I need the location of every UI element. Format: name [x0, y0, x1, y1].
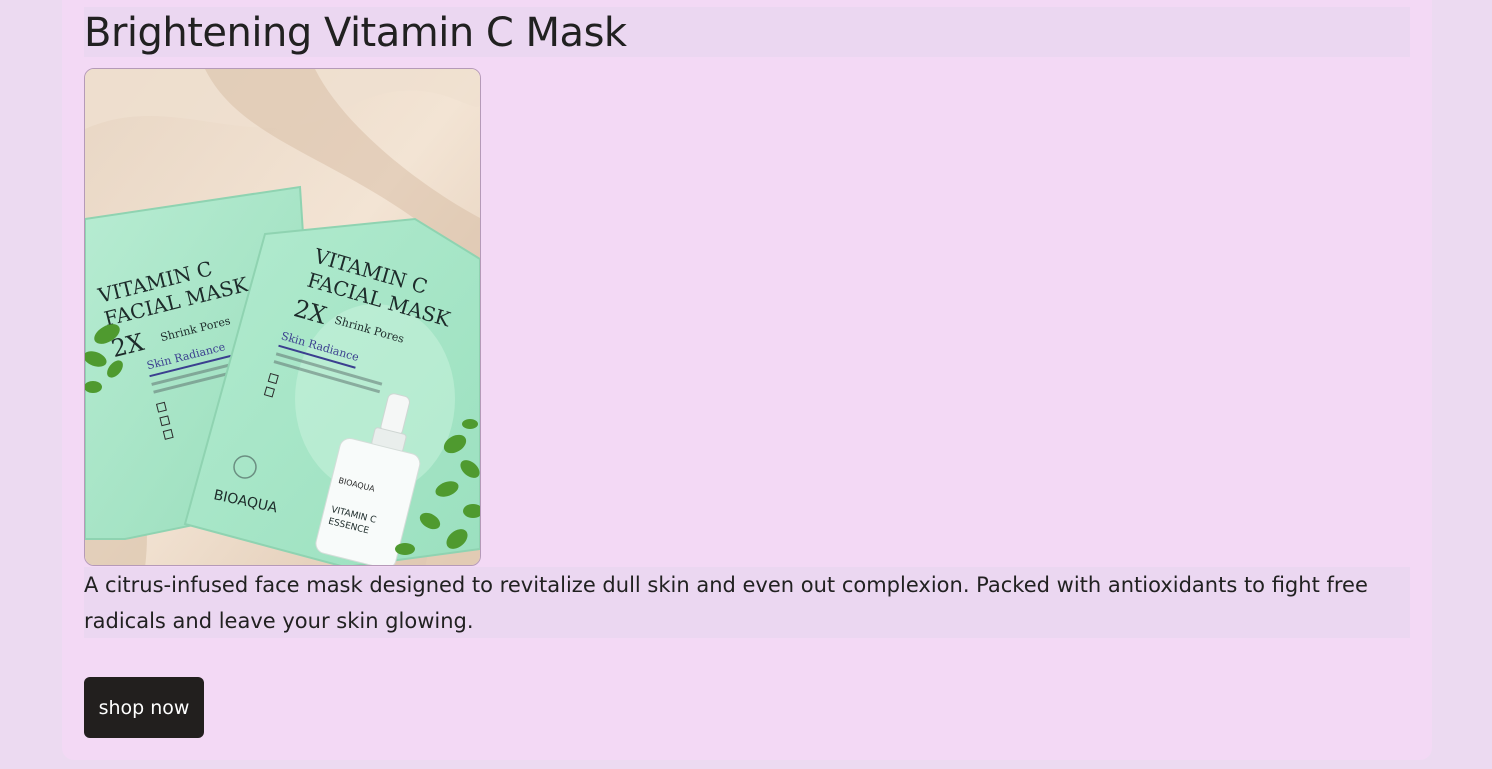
shop-now-button[interactable]: shop now — [84, 677, 204, 738]
product-description: A citrus-infused face mask designed to r… — [84, 573, 1368, 633]
product-title: Brightening Vitamin C Mask — [84, 10, 627, 56]
product-photo: VITAMIN C FACIAL MASK 2X Shrink Pores Sk… — [85, 69, 480, 565]
product-image: VITAMIN C FACIAL MASK 2X Shrink Pores Sk… — [84, 68, 481, 566]
